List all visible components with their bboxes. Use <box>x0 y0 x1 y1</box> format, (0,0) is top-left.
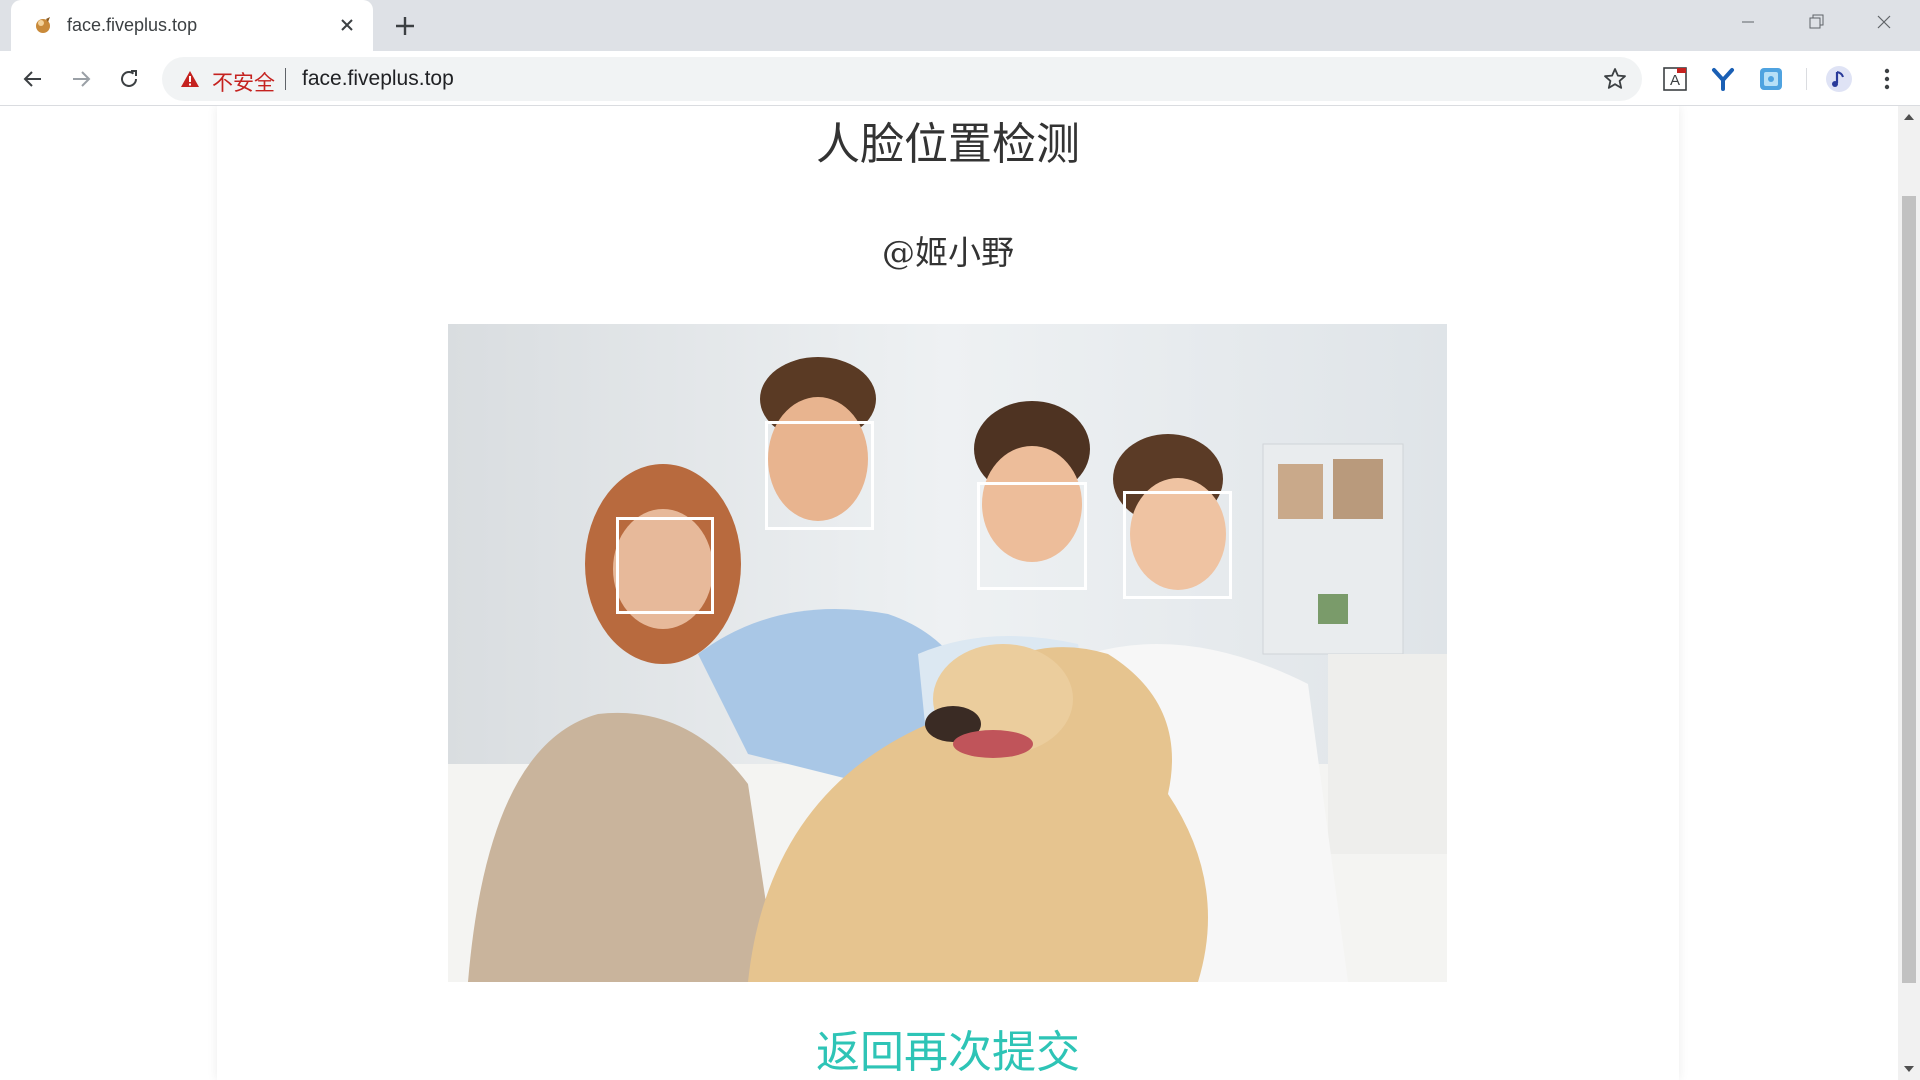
detection-result-image <box>448 324 1447 982</box>
image-extension-icon[interactable] <box>1756 64 1786 94</box>
music-extension-icon[interactable] <box>1824 64 1854 94</box>
back-resubmit-link[interactable]: 返回再次提交 <box>217 1016 1679 1080</box>
tab-strip: face.fiveplus.top <box>0 0 1920 51</box>
minimize-icon[interactable] <box>1714 0 1782 44</box>
browser-tab[interactable]: face.fiveplus.top <box>11 0 373 51</box>
warning-icon[interactable] <box>180 69 200 89</box>
kebab-menu-icon[interactable] <box>1872 64 1902 94</box>
page-viewport: 人脸位置检测 @姬小野 返回再次提交 <box>0 106 1898 1080</box>
face-box-3 <box>977 482 1087 590</box>
vertical-scrollbar[interactable] <box>1898 106 1920 1080</box>
tab-title: face.fiveplus.top <box>67 15 198 35</box>
browser-toolbar: 不安全 face.fiveplus.top A <box>0 51 1920 106</box>
svg-text:A: A <box>1670 72 1680 89</box>
close-icon[interactable] <box>335 13 359 37</box>
restore-icon[interactable] <box>1782 0 1850 44</box>
tab-favicon-icon <box>33 15 53 35</box>
star-icon[interactable] <box>1602 66 1628 92</box>
face-box-1 <box>616 517 714 614</box>
face-box-4 <box>1123 491 1232 599</box>
toolbar-divider <box>1806 68 1807 90</box>
scroll-down-arrow-icon[interactable] <box>1898 1058 1920 1080</box>
face-box-2 <box>765 421 874 530</box>
forward-arrow-icon[interactable] <box>64 62 98 96</box>
scroll-up-arrow-icon[interactable] <box>1898 106 1920 128</box>
url-text[interactable]: face.fiveplus.top <box>302 67 454 91</box>
page-title: 人脸位置检测 <box>816 119 1080 170</box>
window-close-icon[interactable] <box>1850 0 1918 44</box>
security-label[interactable]: 不安全 <box>212 67 275 97</box>
y-extension-icon[interactable] <box>1708 64 1738 94</box>
content-card: 人脸位置检测 @姬小野 返回再次提交 <box>217 106 1679 1080</box>
reload-icon[interactable] <box>112 62 146 96</box>
plus-icon[interactable] <box>389 10 421 42</box>
author-handle: @姬小野 <box>882 233 1014 272</box>
address-bar[interactable]: 不安全 face.fiveplus.top <box>162 57 1642 101</box>
back-arrow-icon[interactable] <box>16 62 50 96</box>
translate-extension-icon[interactable]: A <box>1660 64 1690 94</box>
omnibox-divider <box>285 68 286 90</box>
scrollbar-thumb[interactable] <box>1902 196 1916 983</box>
